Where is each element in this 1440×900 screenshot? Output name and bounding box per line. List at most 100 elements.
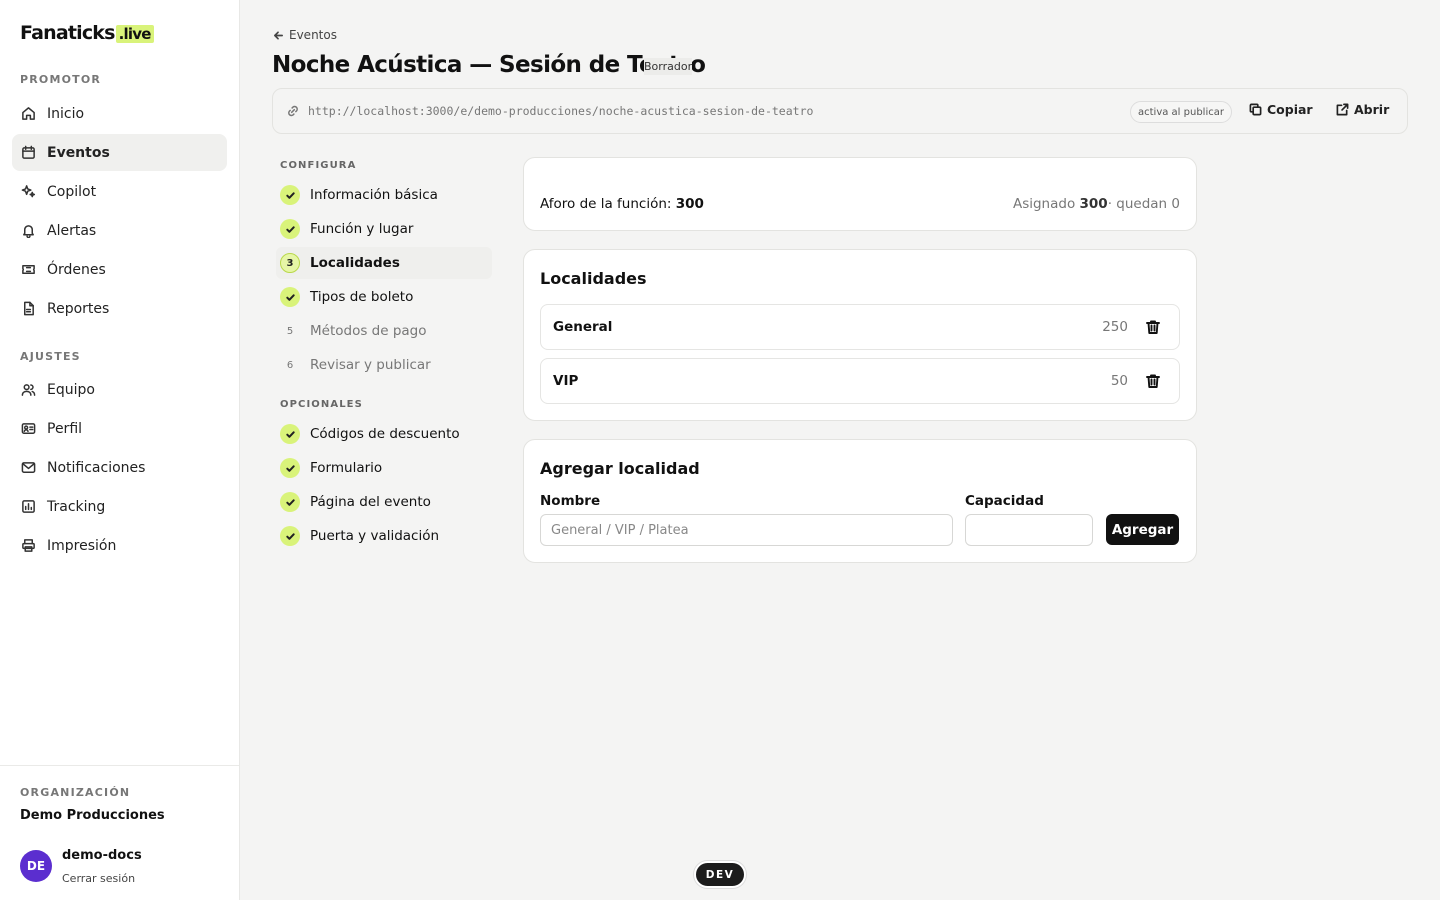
- add-localidad-button[interactable]: Agregar: [1106, 514, 1179, 545]
- assigned-label: Asignado: [1012, 196, 1076, 212]
- steps-section-opcionales: OPCIONALES: [280, 399, 363, 410]
- avatar: DE: [20, 850, 52, 882]
- add-localidad-card: Agregar localidad Nombre Capacidad Agreg…: [523, 439, 1197, 563]
- remaining-text: · quedan 0: [1107, 196, 1180, 212]
- back-link-label: Eventos: [289, 28, 337, 42]
- add-localidad-title: Agregar localidad: [540, 459, 700, 478]
- copy-url-button[interactable]: Copiar: [1249, 102, 1313, 117]
- sidebar-item-copilot[interactable]: Copilot: [12, 173, 227, 210]
- trash-icon[interactable]: [1145, 373, 1161, 389]
- check-icon: [285, 225, 295, 233]
- sidebar-item-ordenes[interactable]: Órdenes: [12, 251, 227, 288]
- calendar-icon: [22, 145, 35, 159]
- sidebar-item-label: Copilot: [47, 183, 97, 200]
- check-icon: [285, 464, 295, 472]
- name-field-label: Nombre: [540, 493, 601, 509]
- user-name: demo-docs: [62, 848, 142, 863]
- step-puerta-y-validacion[interactable]: Puerta y validación: [276, 520, 492, 552]
- sidebar-item-label: Alertas: [47, 222, 97, 239]
- sidebar-item-label: Tracking: [47, 498, 106, 515]
- org-name: Demo Producciones: [20, 808, 165, 823]
- link-icon: [288, 105, 298, 117]
- chart-icon: [22, 500, 35, 513]
- sidebar-item-label: Impresión: [47, 537, 117, 554]
- step-pagina-del-evento[interactable]: Página del evento: [276, 486, 492, 518]
- step-label: Métodos de pago: [310, 323, 427, 339]
- sidebar-item-label: Órdenes: [47, 261, 106, 278]
- step-informacion-basica[interactable]: Información básica: [276, 179, 492, 211]
- step-label: Puerta y validación: [310, 528, 440, 544]
- public-url-bar: http://localhost:3000/e/demo-produccione…: [272, 88, 1408, 134]
- check-icon: [285, 293, 295, 301]
- localidad-capacity: 50: [1110, 373, 1128, 389]
- step-label: Tipos de boleto: [310, 289, 414, 305]
- brand-name: Fanaticks: [20, 22, 115, 44]
- step-codigos-de-descuento[interactable]: Códigos de descuento: [276, 418, 492, 450]
- sidebar-item-alertas[interactable]: Alertas: [12, 212, 227, 249]
- users-icon: [21, 384, 36, 396]
- step-localidades[interactable]: 3 Localidades: [276, 247, 492, 279]
- sidebar-item-impresion[interactable]: Impresión: [12, 527, 227, 564]
- sidebar-item-tracking[interactable]: Tracking: [12, 488, 227, 525]
- arrow-left-icon: [274, 30, 283, 40]
- localidad-name: General: [553, 319, 613, 335]
- sidebar-item-perfil[interactable]: Perfil: [12, 410, 227, 447]
- trash-icon[interactable]: [1145, 319, 1161, 335]
- localidad-name-input[interactable]: [540, 514, 953, 546]
- step-formulario[interactable]: Formulario: [276, 452, 492, 484]
- localidad-row: VIP 50: [540, 358, 1180, 404]
- external-link-icon: [1336, 103, 1349, 116]
- sidebar-item-notificaciones[interactable]: Notificaciones: [12, 449, 227, 486]
- public-url[interactable]: http://localhost:3000/e/demo-produccione…: [308, 104, 813, 118]
- sidebar-item-label: Notificaciones: [47, 459, 146, 476]
- assigned-value: 300: [1079, 196, 1108, 212]
- sidebar-item-inicio[interactable]: Inicio: [12, 95, 227, 132]
- brand-logo[interactable]: Fanaticks .live: [20, 22, 154, 44]
- check-icon: [285, 191, 295, 199]
- capacity-assigned: Asignado 300· quedan 0: [1013, 196, 1180, 212]
- id-card-icon: [21, 423, 36, 434]
- step-label: Información básica: [310, 187, 438, 203]
- step-label: Formulario: [310, 460, 383, 476]
- sidebar-item-label: Perfil: [47, 420, 83, 437]
- sidebar-item-label: Equipo: [47, 381, 95, 398]
- step-funcion-y-lugar[interactable]: Función y lugar: [276, 213, 492, 245]
- step-done-mark: [280, 526, 300, 546]
- step-tipos-de-boleto[interactable]: Tipos de boleto: [276, 281, 492, 313]
- sidebar-item-label: Inicio: [47, 105, 85, 122]
- step-done-mark: [280, 219, 300, 239]
- capacity-value: 300: [675, 196, 704, 212]
- url-status-pill: activa al publicar: [1130, 101, 1232, 123]
- capacity-label: Aforo de la función:: [540, 196, 672, 212]
- step-number: 3: [280, 253, 300, 273]
- capacity-field-label: Capacidad: [965, 493, 1044, 509]
- localidades-card: Localidades General 250 VIP 50: [523, 249, 1197, 421]
- localidad-capacity-input[interactable]: [965, 514, 1093, 546]
- section-label-promotor: PROMOTOR: [20, 73, 102, 86]
- step-done-mark: [280, 185, 300, 205]
- copy-icon: [1249, 103, 1262, 116]
- check-icon: [285, 532, 295, 540]
- step-done-mark: [280, 458, 300, 478]
- sidebar-item-equipo[interactable]: Equipo: [12, 371, 227, 408]
- sparkles-icon: [21, 185, 36, 198]
- printer-icon: [22, 539, 35, 552]
- env-badge[interactable]: DEV: [694, 861, 746, 888]
- page-title: Noche Acústica — Sesión de Teatro: [272, 52, 706, 78]
- sidebar-item-reportes[interactable]: Reportes: [12, 290, 227, 327]
- localidad-row: General 250: [540, 304, 1180, 350]
- sidebar-item-label: Eventos: [47, 144, 110, 161]
- sidebar-item-label: Reportes: [47, 300, 110, 317]
- back-link[interactable]: Eventos: [273, 28, 337, 42]
- ticket-icon: [22, 265, 35, 274]
- open-url-button[interactable]: Abrir: [1336, 102, 1389, 117]
- logout-link[interactable]: Cerrar sesión: [62, 872, 135, 885]
- step-revisar-y-publicar[interactable]: 6 Revisar y publicar: [276, 349, 492, 381]
- check-icon: [285, 498, 295, 506]
- step-label: Página del evento: [310, 494, 431, 510]
- step-metodos-de-pago[interactable]: 5 Métodos de pago: [276, 315, 492, 347]
- bell-icon: [23, 225, 34, 238]
- sidebar-item-eventos[interactable]: Eventos: [12, 134, 227, 171]
- capacity-summary: Aforo de la función: 300: [540, 196, 704, 212]
- open-url-label: Abrir: [1354, 102, 1390, 117]
